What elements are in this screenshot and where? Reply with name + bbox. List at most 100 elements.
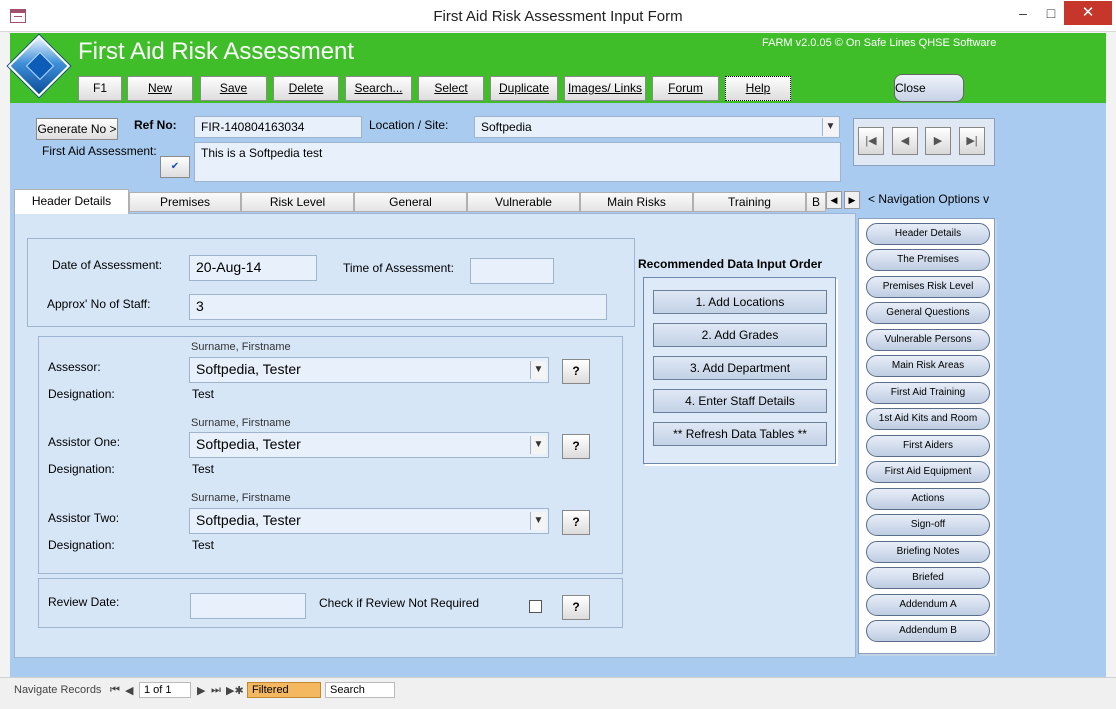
images-links-button[interactable]: Images/ Links [564, 76, 646, 101]
next-record-icon[interactable]: ▶ [925, 127, 951, 155]
tab-main-risks[interactable]: Main Risks [580, 192, 693, 212]
assessor-help-button[interactable]: ? [562, 359, 590, 384]
date-field[interactable]: 20-Aug-14 [189, 255, 317, 281]
chevron-down-icon[interactable]: ▼ [530, 512, 546, 530]
name-hint: Surname, Firstname [191, 417, 291, 429]
time-label: Time of Assessment: [343, 261, 454, 275]
location-value: Softpedia [481, 120, 532, 134]
maximize-button[interactable]: □ [1036, 1, 1066, 25]
review-not-required-checkbox[interactable] [529, 600, 542, 613]
last-record-icon[interactable]: ⏭ [211, 684, 221, 697]
tab-premises[interactable]: Premises [129, 192, 241, 212]
add-locations-button[interactable]: 1. Add Locations [653, 290, 827, 314]
nav-header-details[interactable]: Header Details [866, 223, 990, 245]
designation-label: Designation: [48, 538, 115, 552]
assistor-two-label: Assistor Two: [48, 511, 120, 525]
nav-briefed[interactable]: Briefed [866, 567, 990, 589]
nav-first-aid-training[interactable]: First Aid Training [866, 382, 990, 404]
spellcheck-icon[interactable]: ✔ [160, 156, 190, 178]
staff-label: Approx' No of Staff: [47, 297, 151, 311]
tab-scroll-right-icon[interactable]: ▶ [844, 191, 860, 209]
navigate-records-label: Navigate Records [14, 684, 102, 696]
name-hint: Surname, Firstname [191, 492, 291, 504]
tab-vulnerable[interactable]: Vulnerable [467, 192, 580, 212]
staff-field[interactable]: 3 [189, 294, 607, 320]
assistor-one-select[interactable]: Softpedia, Tester [189, 432, 549, 458]
new-record-icon[interactable]: ▶✱ [226, 684, 244, 697]
tab-header-details[interactable]: Header Details [14, 189, 129, 214]
filtered-toggle[interactable]: Filtered [247, 682, 321, 698]
assistor-one-help-button[interactable]: ? [562, 434, 590, 459]
previous-record-icon[interactable]: ◀ [125, 684, 133, 697]
location-select[interactable]: Softpedia [474, 116, 840, 138]
nav-addendum-a[interactable]: Addendum A [866, 594, 990, 616]
assistor-two-help-button[interactable]: ? [562, 510, 590, 535]
nav-the-premises[interactable]: The Premises [866, 249, 990, 271]
close-form-button[interactable]: Close [894, 74, 964, 102]
assessment-field[interactable]: This is a Softpedia test [194, 142, 841, 182]
designation-label: Designation: [48, 387, 115, 401]
name-hint: Surname, Firstname [191, 341, 291, 353]
tab-scroll-left-icon[interactable]: ◀ [826, 191, 842, 209]
nav-main-risk-areas[interactable]: Main Risk Areas [866, 355, 990, 377]
assessor-label: Assessor: [48, 360, 101, 374]
window-title: First Aid Risk Assessment Input Form [433, 8, 683, 25]
first-record-icon[interactable]: ⏮ [110, 684, 120, 697]
window-close-button[interactable]: ✕ [1064, 1, 1112, 25]
previous-record-icon[interactable]: ◀ [892, 127, 918, 155]
navigation-options-label: < Navigation Options v [868, 192, 990, 206]
chevron-down-icon[interactable]: ▼ [530, 436, 546, 454]
ref-no-field[interactable]: FIR-140804163034 [194, 116, 362, 138]
add-grades-button[interactable]: 2. Add Grades [653, 323, 827, 347]
nav-actions[interactable]: Actions [866, 488, 990, 510]
assessor-designation: Test [192, 387, 215, 401]
tab-risk-level[interactable]: Risk Level [241, 192, 354, 212]
minimize-button[interactable]: – [1008, 1, 1038, 25]
forum-button[interactable]: Forum [652, 76, 719, 101]
time-field[interactable] [470, 258, 554, 284]
nav-sign-off[interactable]: Sign-off [866, 514, 990, 536]
last-record-icon[interactable]: ▶| [959, 127, 985, 155]
generate-number-button[interactable]: Generate No > [36, 118, 118, 140]
select-button[interactable]: Select [418, 76, 484, 101]
record-position-field[interactable]: 1 of 1 [139, 682, 191, 698]
nav-general-questions[interactable]: General Questions [866, 302, 990, 324]
tab-training[interactable]: Training [693, 192, 806, 212]
save-button[interactable]: Save [200, 76, 267, 101]
assistor-one-label: Assistor One: [48, 435, 121, 449]
nav-briefing-notes[interactable]: Briefing Notes [866, 541, 990, 563]
nav-addendum-b[interactable]: Addendum B [866, 620, 990, 642]
recommended-title: Recommended Data Input Order [638, 257, 823, 271]
search-button[interactable]: Search... [345, 76, 412, 101]
chevron-down-icon[interactable]: ▼ [530, 361, 546, 379]
f1-button[interactable]: F1 [78, 76, 122, 101]
tab-general[interactable]: General [354, 192, 467, 212]
nav-vulnerable-persons[interactable]: Vulnerable Persons [866, 329, 990, 351]
enter-staff-details-button[interactable]: 4. Enter Staff Details [653, 389, 827, 413]
assistor-two-select[interactable]: Softpedia, Tester [189, 508, 549, 534]
search-box[interactable]: Search [325, 682, 395, 698]
review-date-field[interactable] [190, 593, 306, 619]
nav-first-aid-equipment[interactable]: First Aid Equipment [866, 461, 990, 483]
new-button[interactable]: New [127, 76, 193, 101]
nav-premises-risk-level[interactable]: Premises Risk Level [866, 276, 990, 298]
form-title: First Aid Risk Assessment [78, 38, 355, 65]
duplicate-button[interactable]: Duplicate [490, 76, 558, 101]
nav-aid-kits-and-room[interactable]: 1st Aid Kits and Room [866, 408, 990, 430]
first-record-icon[interactable]: |◀ [858, 127, 884, 155]
date-label: Date of Assessment: [52, 258, 163, 272]
assessor-select[interactable]: Softpedia, Tester [189, 357, 549, 383]
nav-first-aiders[interactable]: First Aiders [866, 435, 990, 457]
assistor-one-designation: Test [192, 462, 215, 476]
assistor-two-designation: Test [192, 538, 215, 552]
help-button[interactable]: Help [725, 76, 791, 101]
chevron-down-icon[interactable]: ▼ [822, 118, 838, 136]
location-label: Location / Site: [369, 118, 449, 132]
review-date-label: Review Date: [48, 595, 120, 609]
tab-b[interactable]: B [806, 192, 826, 212]
delete-button[interactable]: Delete [273, 76, 339, 101]
review-help-button[interactable]: ? [562, 595, 590, 620]
refresh-data-tables-button[interactable]: ** Refresh Data Tables ** [653, 422, 827, 446]
next-record-icon[interactable]: ▶ [197, 684, 205, 697]
add-department-button[interactable]: 3. Add Department [653, 356, 827, 380]
